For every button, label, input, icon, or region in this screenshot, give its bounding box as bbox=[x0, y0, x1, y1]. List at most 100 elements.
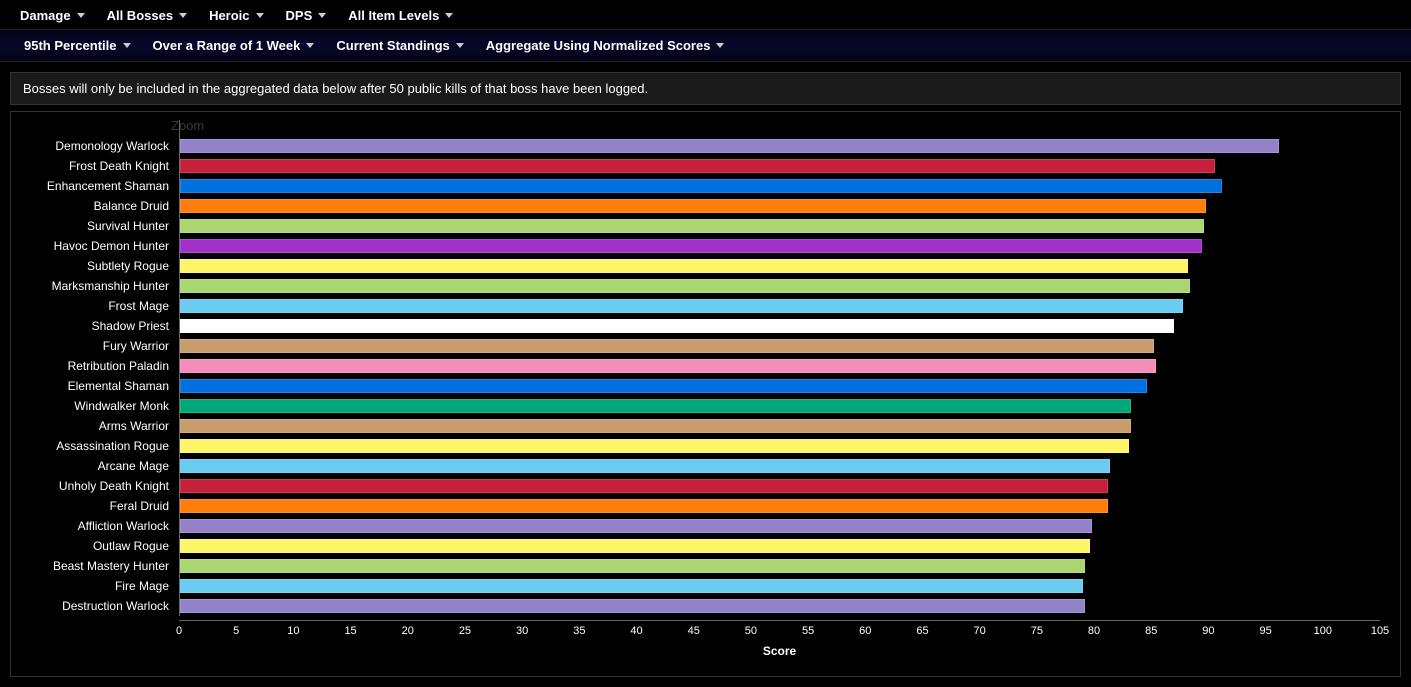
caret-down-icon bbox=[318, 13, 326, 18]
y-label: Windwalker Monk bbox=[19, 399, 179, 413]
y-label: Unholy Death Knight bbox=[19, 479, 179, 493]
chart-bar[interactable] bbox=[180, 159, 1215, 173]
chart-bar[interactable] bbox=[180, 359, 1156, 373]
x-tick: 100 bbox=[1314, 625, 1332, 637]
caret-down-icon bbox=[716, 43, 724, 48]
difficulty-label: Heroic bbox=[209, 8, 249, 23]
role-dropdown[interactable]: DPS bbox=[286, 8, 327, 23]
y-label: Balance Druid bbox=[19, 199, 179, 213]
x-tick: 15 bbox=[344, 625, 356, 637]
x-tick: 50 bbox=[745, 625, 757, 637]
chart-bar[interactable] bbox=[180, 139, 1279, 153]
caret-down-icon bbox=[256, 13, 264, 18]
y-label: Fury Warrior bbox=[19, 339, 179, 353]
chart-bar[interactable] bbox=[180, 579, 1083, 593]
chart-bar[interactable] bbox=[180, 179, 1222, 193]
role-label: DPS bbox=[286, 8, 313, 23]
x-tick: 30 bbox=[516, 625, 528, 637]
chart-bar[interactable] bbox=[180, 279, 1190, 293]
y-label: Survival Hunter bbox=[19, 219, 179, 233]
y-label: Arms Warrior bbox=[19, 419, 179, 433]
chart-bars bbox=[179, 120, 1380, 616]
chart-bar[interactable] bbox=[180, 559, 1085, 573]
percentile-dropdown[interactable]: 95th Percentile bbox=[24, 38, 131, 53]
y-label: Feral Druid bbox=[19, 499, 179, 513]
x-axis-label: Score bbox=[179, 644, 1380, 658]
x-axis: 0510152025303540455055606570758085909510… bbox=[179, 620, 1380, 638]
caret-down-icon bbox=[179, 13, 187, 18]
y-label: Destruction Warlock bbox=[19, 599, 179, 613]
caret-down-icon bbox=[456, 43, 464, 48]
y-label: Enhancement Shaman bbox=[19, 179, 179, 193]
y-label: Marksmanship Hunter bbox=[19, 279, 179, 293]
caret-down-icon bbox=[123, 43, 131, 48]
secondary-filter-bar: 95th Percentile Over a Range of 1 Week C… bbox=[0, 30, 1411, 62]
y-label: Elemental Shaman bbox=[19, 379, 179, 393]
damage-dropdown[interactable]: Damage bbox=[20, 8, 85, 23]
x-tick: 70 bbox=[974, 625, 986, 637]
y-label: Shadow Priest bbox=[19, 319, 179, 333]
chart-bar[interactable] bbox=[180, 299, 1183, 313]
caret-down-icon bbox=[77, 13, 85, 18]
ilvl-dropdown[interactable]: All Item Levels bbox=[348, 8, 453, 23]
chart-bar[interactable] bbox=[180, 499, 1108, 513]
chart-bar[interactable] bbox=[180, 339, 1154, 353]
caret-down-icon bbox=[445, 13, 453, 18]
chart-bar[interactable] bbox=[180, 219, 1204, 233]
chart-bar[interactable] bbox=[180, 519, 1092, 533]
difficulty-dropdown[interactable]: Heroic bbox=[209, 8, 263, 23]
x-tick: 95 bbox=[1259, 625, 1271, 637]
x-tick: 65 bbox=[916, 625, 928, 637]
x-tick: 85 bbox=[1145, 625, 1157, 637]
chart-bar[interactable] bbox=[180, 539, 1090, 553]
notice-banner: Bosses will only be included in the aggr… bbox=[10, 72, 1401, 105]
standings-dropdown[interactable]: Current Standings bbox=[336, 38, 463, 53]
chart-bar[interactable] bbox=[180, 419, 1131, 433]
chart-bar[interactable] bbox=[180, 379, 1147, 393]
x-tick: 45 bbox=[688, 625, 700, 637]
ilvl-label: All Item Levels bbox=[348, 8, 439, 23]
x-tick: 55 bbox=[802, 625, 814, 637]
chart-bar[interactable] bbox=[180, 459, 1110, 473]
chart-bar[interactable] bbox=[180, 199, 1206, 213]
top-filter-bar: Damage All Bosses Heroic DPS All Item Le… bbox=[0, 0, 1411, 30]
y-label: Subtlety Rogue bbox=[19, 259, 179, 273]
y-label: Havoc Demon Hunter bbox=[19, 239, 179, 253]
y-label: Assassination Rogue bbox=[19, 439, 179, 453]
y-label: Beast Mastery Hunter bbox=[19, 559, 179, 573]
y-label: Fire Mage bbox=[19, 579, 179, 593]
range-dropdown[interactable]: Over a Range of 1 Week bbox=[153, 38, 315, 53]
y-label: Frost Mage bbox=[19, 299, 179, 313]
x-tick: 0 bbox=[176, 625, 182, 637]
aggregate-label: Aggregate Using Normalized Scores bbox=[486, 38, 711, 53]
range-label: Over a Range of 1 Week bbox=[153, 38, 301, 53]
x-tick: 5 bbox=[233, 625, 239, 637]
bosses-label: All Bosses bbox=[107, 8, 173, 23]
chart-bar[interactable] bbox=[180, 239, 1202, 253]
y-label: Demonology Warlock bbox=[19, 139, 179, 153]
x-tick: 80 bbox=[1088, 625, 1100, 637]
x-tick: 25 bbox=[459, 625, 471, 637]
x-tick: 105 bbox=[1371, 625, 1389, 637]
chart-container: Zoom Demonology WarlockFrost Death Knigh… bbox=[10, 111, 1401, 677]
x-tick: 35 bbox=[573, 625, 585, 637]
chart-bar[interactable] bbox=[180, 399, 1131, 413]
y-axis-labels: Demonology WarlockFrost Death KnightEnha… bbox=[19, 120, 179, 616]
bosses-dropdown[interactable]: All Bosses bbox=[107, 8, 187, 23]
y-label: Retribution Paladin bbox=[19, 359, 179, 373]
y-label: Arcane Mage bbox=[19, 459, 179, 473]
x-tick: 40 bbox=[630, 625, 642, 637]
chart-bar[interactable] bbox=[180, 259, 1188, 273]
chart-bar[interactable] bbox=[180, 439, 1129, 453]
y-label: Affliction Warlock bbox=[19, 519, 179, 533]
aggregate-dropdown[interactable]: Aggregate Using Normalized Scores bbox=[486, 38, 725, 53]
chart-bar[interactable] bbox=[180, 479, 1108, 493]
x-tick: 10 bbox=[287, 625, 299, 637]
caret-down-icon bbox=[306, 43, 314, 48]
x-tick: 90 bbox=[1202, 625, 1214, 637]
chart-bar[interactable] bbox=[180, 599, 1085, 613]
percentile-label: 95th Percentile bbox=[24, 38, 117, 53]
damage-label: Damage bbox=[20, 8, 71, 23]
chart-bar[interactable] bbox=[180, 319, 1174, 333]
chart-plot: Demonology WarlockFrost Death KnightEnha… bbox=[19, 120, 1380, 616]
